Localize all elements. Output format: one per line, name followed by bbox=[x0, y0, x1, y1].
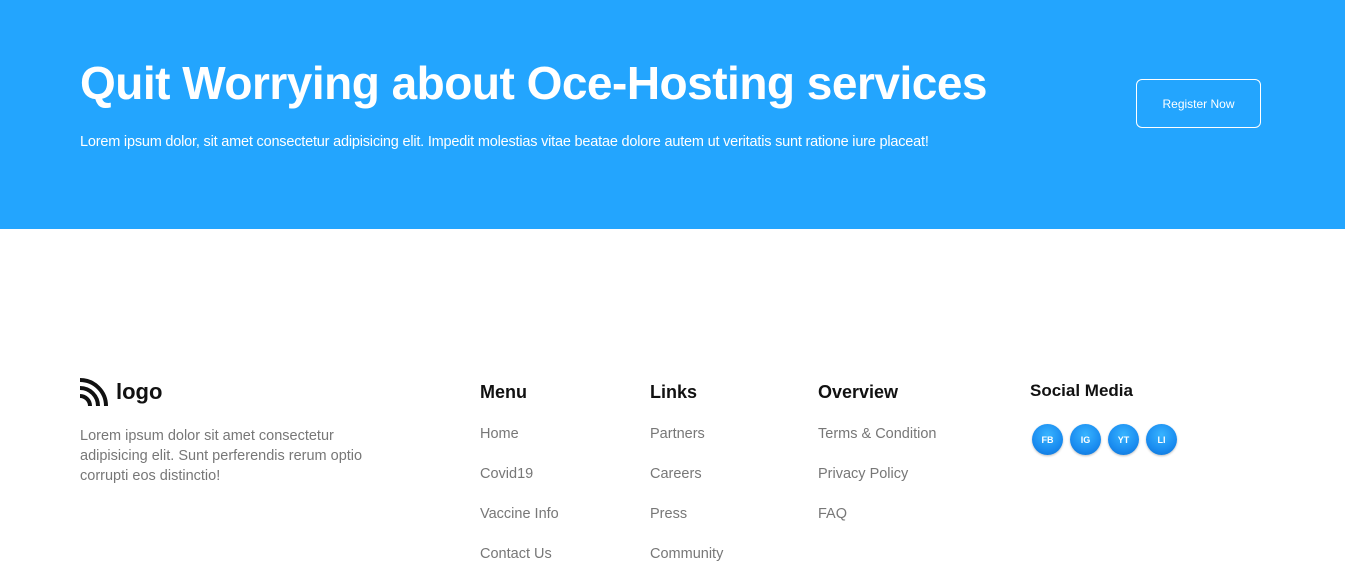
facebook-icon[interactable]: FB bbox=[1032, 424, 1063, 455]
register-now-button[interactable]: Register Now bbox=[1136, 79, 1261, 128]
brand-logo[interactable]: logo bbox=[80, 378, 162, 406]
footer-link-press[interactable]: Press bbox=[650, 504, 723, 544]
footer-about-text: Lorem ipsum dolor sit amet consectetur a… bbox=[80, 428, 363, 484]
instagram-icon[interactable]: IG bbox=[1070, 424, 1101, 455]
footer-column-menu: Menu Home Covid19 Vaccine Info Contact U… bbox=[480, 381, 559, 562]
footer-link-home[interactable]: Home bbox=[480, 424, 559, 464]
footer-link-privacy-policy[interactable]: Privacy Policy bbox=[818, 464, 936, 504]
column-title: Menu bbox=[480, 382, 527, 402]
cta-banner: Quit Worrying about Oce-Hosting services… bbox=[0, 0, 1345, 229]
wifi-signal-icon bbox=[80, 378, 108, 406]
cta-subtitle: Lorem ipsum dolor, sit amet consectetur … bbox=[80, 134, 929, 150]
footer-link-terms[interactable]: Terms & Condition bbox=[818, 424, 936, 464]
brand-name: logo bbox=[116, 379, 163, 404]
column-title: Social Media bbox=[1030, 381, 1133, 400]
footer-social-media: Social Media FB IG YT LI bbox=[1030, 380, 1177, 455]
footer-link-faq[interactable]: FAQ bbox=[818, 504, 936, 544]
cta-title: Quit Worrying about Oce-Hosting services bbox=[80, 57, 988, 109]
footer-column-links: Links Partners Careers Press Community bbox=[650, 381, 723, 562]
footer-link-community[interactable]: Community bbox=[650, 544, 723, 584]
footer-link-partners[interactable]: Partners bbox=[650, 424, 723, 464]
footer-link-vaccine-info[interactable]: Vaccine Info bbox=[480, 504, 559, 544]
footer-link-covid19[interactable]: Covid19 bbox=[480, 464, 559, 504]
youtube-icon[interactable]: YT bbox=[1108, 424, 1139, 455]
column-title: Links bbox=[650, 382, 698, 402]
footer-link-contact-us[interactable]: Contact Us bbox=[480, 544, 559, 584]
footer-link-careers[interactable]: Careers bbox=[650, 464, 723, 504]
footer-column-overview: Overview Terms & Condition Privacy Polic… bbox=[818, 381, 936, 522]
footer-link-list: Partners Careers Press Community bbox=[650, 424, 723, 584]
footer-link-list: Terms & Condition Privacy Policy FAQ bbox=[818, 424, 936, 544]
column-title: Overview bbox=[818, 382, 899, 402]
social-icon-list: FB IG YT LI bbox=[1032, 424, 1177, 455]
linkedin-icon[interactable]: LI bbox=[1146, 424, 1177, 455]
footer-link-list: Home Covid19 Vaccine Info Contact Us bbox=[480, 424, 559, 584]
